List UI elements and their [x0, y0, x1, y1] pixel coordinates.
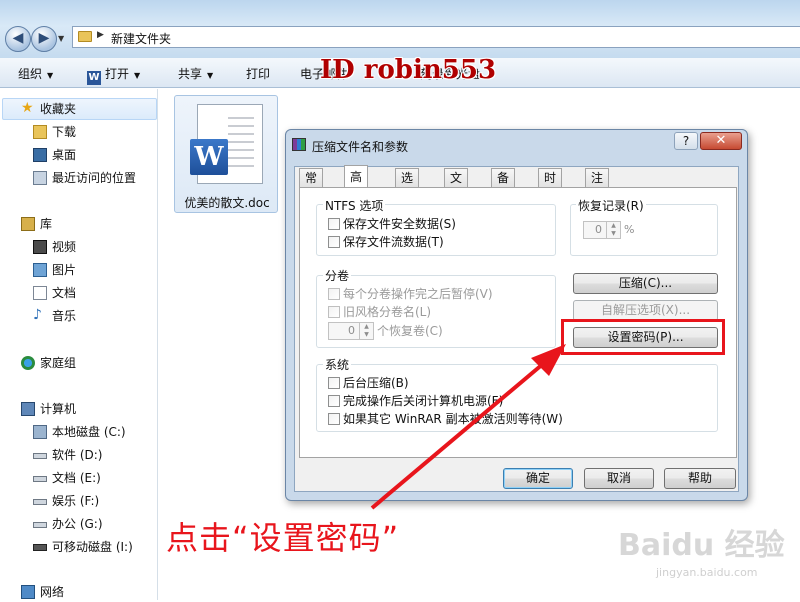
instruction-annotation: 点击“设置密码”	[166, 519, 400, 557]
baidu-jingyan-logo: Baidu 经验	[618, 528, 785, 563]
arrow-shaft	[370, 356, 552, 510]
baidu-jingyan-url: jingyan.baidu.com	[656, 566, 758, 579]
annotation-arrow	[370, 344, 566, 510]
